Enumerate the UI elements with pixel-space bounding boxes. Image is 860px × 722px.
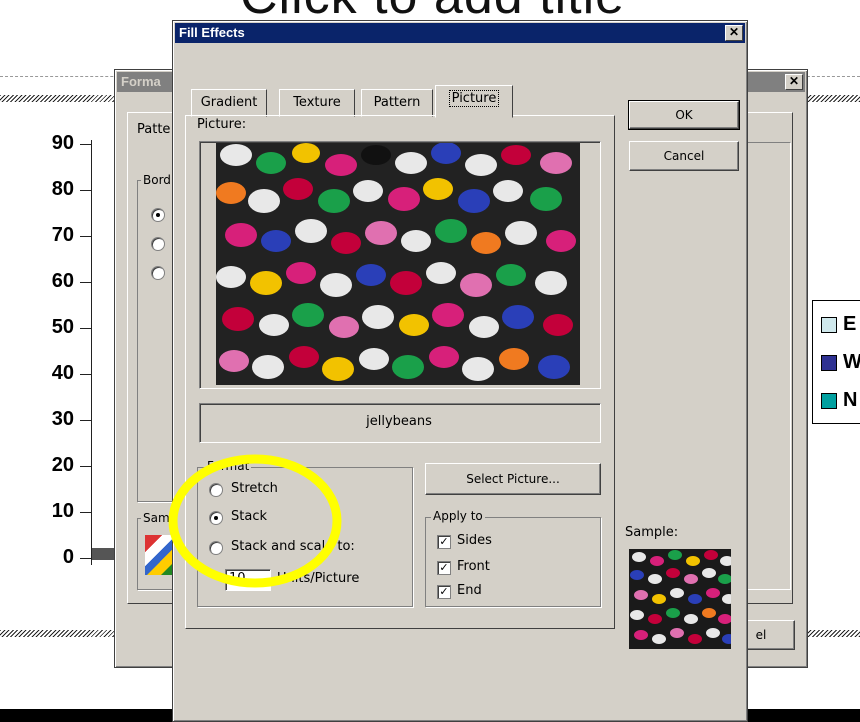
border-radio[interactable] (151, 266, 165, 280)
y-tick-mark (80, 144, 92, 145)
border-radio[interactable] (151, 208, 165, 222)
picture-label: Picture: (197, 117, 247, 132)
y-tick-label: 60 (51, 270, 74, 292)
legend-label: N (843, 389, 858, 411)
selection-hatch-bottom-left (0, 630, 120, 637)
select-picture-button[interactable]: Select Picture... (425, 463, 601, 495)
cancel-button[interactable]: Cancel (629, 141, 739, 171)
tab-picture-label: Picture (448, 90, 500, 107)
picture-name: jellybeans (366, 414, 432, 429)
end-label[interactable]: End (457, 583, 482, 598)
y-tick-mark (80, 236, 92, 237)
sample-label: Sample: (625, 525, 679, 540)
y-axis-line (91, 140, 92, 565)
y-tick-mark (80, 420, 92, 421)
border-radio[interactable] (151, 237, 165, 251)
apply-to-group-label: Apply to (431, 509, 485, 523)
y-tick-mark (80, 328, 92, 329)
format-cancel-label: el (755, 628, 767, 642)
y-tick-label: 40 (51, 362, 74, 384)
tab-texture-label: Texture (293, 95, 341, 110)
format-cancel-button[interactable]: el (743, 620, 795, 650)
tab-picture[interactable]: Picture (435, 85, 513, 118)
y-tick-mark (80, 466, 92, 467)
y-tick-mark (80, 374, 92, 375)
legend-swatch (821, 393, 837, 409)
sample-jellybeans-image (630, 550, 731, 644)
legend-label: W (843, 351, 860, 373)
border-group-label: Bord (141, 173, 173, 187)
highlight-circle (168, 454, 342, 588)
y-tick-mark (80, 512, 92, 513)
y-tick-label: 0 (62, 546, 74, 568)
ok-label: OK (675, 108, 693, 122)
selection-hatch-bottom-right (806, 630, 860, 637)
y-tick-mark (80, 190, 92, 191)
close-icon[interactable]: ✕ (785, 74, 803, 90)
select-picture-label: Select Picture... (466, 472, 560, 486)
sides-checkbox[interactable]: ✓ (437, 535, 451, 549)
ok-button[interactable]: OK (628, 100, 740, 130)
front-checkbox[interactable]: ✓ (437, 561, 451, 575)
chart-legend[interactable]: E W N (812, 300, 860, 424)
y-tick-mark (80, 558, 92, 559)
y-tick-mark (80, 282, 92, 283)
format-dialog-title: Forma (121, 74, 161, 89)
y-tick-label: 80 (51, 178, 74, 200)
apply-to-group (425, 517, 601, 607)
tab-gradient[interactable]: Gradient (191, 89, 267, 117)
close-icon[interactable]: ✕ (725, 25, 743, 41)
end-checkbox[interactable]: ✓ (437, 585, 451, 599)
y-tick-label: 50 (51, 316, 74, 338)
y-tick-label: 30 (51, 408, 74, 430)
tab-pattern[interactable]: Pattern (361, 89, 433, 117)
tab-gradient-label: Gradient (200, 95, 258, 110)
fill-effects-dialog[interactable]: Fill Effects ✕ Gradient Texture Pattern … (172, 20, 748, 722)
cancel-label: Cancel (663, 149, 705, 163)
y-tick-label: 10 (51, 500, 74, 522)
picture-preview-image (216, 143, 580, 385)
tab-pattern-label: Pattern (373, 95, 421, 110)
legend-label: E (843, 313, 857, 335)
sides-label[interactable]: Sides (457, 533, 492, 548)
legend-swatch (821, 317, 837, 333)
fill-effects-titlebar[interactable]: Fill Effects ✕ (175, 23, 745, 43)
selection-hatch-right (806, 95, 860, 102)
y-tick-label: 90 (51, 132, 74, 154)
y-tick-label: 20 (51, 454, 74, 476)
tab-texture[interactable]: Texture (279, 89, 355, 117)
sample-preview (629, 549, 731, 649)
y-tick-label: 70 (51, 224, 74, 246)
front-label[interactable]: Front (457, 559, 490, 574)
legend-swatch (821, 355, 837, 371)
format-tab-label[interactable]: Patte (137, 122, 170, 137)
selection-hatch-left (0, 95, 120, 102)
format-right-panel (745, 142, 791, 590)
fill-effects-title: Fill Effects (179, 25, 245, 40)
jellybeans-image (216, 143, 580, 385)
